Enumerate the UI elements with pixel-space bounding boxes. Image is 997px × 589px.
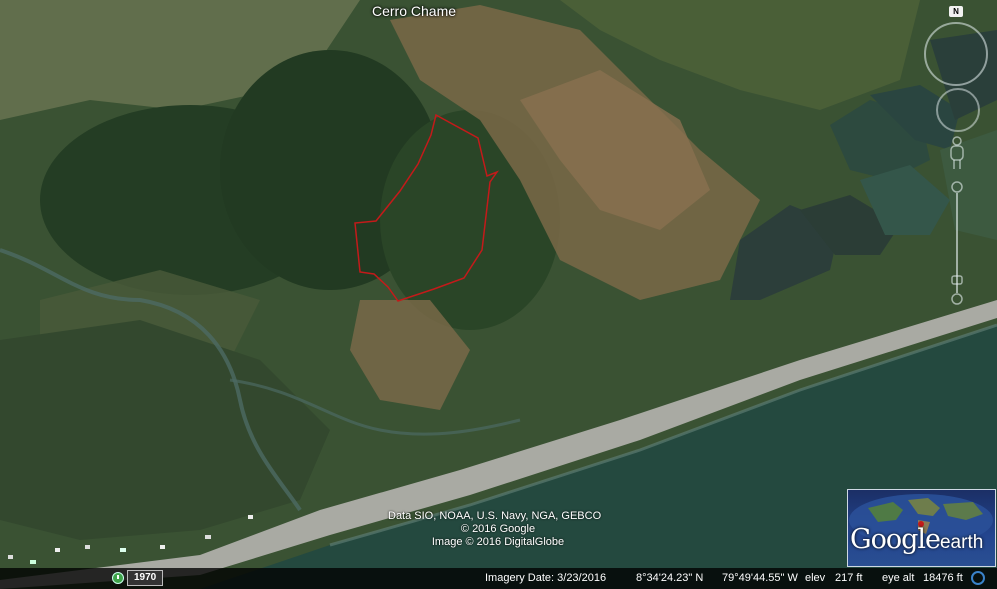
compass-icon[interactable] [924,22,988,86]
earth-viewport[interactable]: Cerro Chame Data SIO, NOAA, U.S. Navy, N… [0,0,997,589]
place-label-cerro-chame[interactable]: Cerro Chame [372,3,456,19]
logo-google-text: Google [850,524,941,555]
elevation-value: 217 ft [835,572,863,584]
logo-wordmark: Googleearth [850,524,983,555]
navigation-controls[interactable]: N [920,6,995,311]
imagery-attribution: Data SIO, NOAA, U.S. Navy, NGA, GEBCO © … [388,510,608,549]
eye-alt-label: eye alt [882,572,915,584]
longitude-readout: 79°49'44.55" W [722,572,798,584]
google-earth-logo[interactable]: Googleearth [847,489,996,567]
elevation-label: elev [805,572,826,584]
imagery-date: Imagery Date: 3/23/2016 [485,572,607,584]
pegman-icon[interactable] [946,136,968,170]
look-joystick-icon[interactable] [936,88,980,132]
historical-imagery-control[interactable]: 1970 [112,570,164,586]
status-bar: 1970 Imagery Date: 3/23/2016 8°34'24.23"… [0,568,997,589]
clock-icon[interactable] [112,572,124,584]
attribution-imagery-copyright: Image © 2016 DigitalGlobe [431,536,565,548]
eye-alt-value: 18476 ft [923,572,963,584]
latitude-readout: 8°34'24.23" N [636,572,704,584]
logo-earth-text: earth [939,532,984,553]
historical-year-badge[interactable]: 1970 [127,570,164,586]
zoom-slider-icon[interactable] [951,181,963,306]
streaming-icon [971,571,985,585]
attribution-data-sources: Data SIO, NOAA, U.S. Navy, NGA, GEBCO [388,510,602,522]
attribution-google-copyright: © 2016 Google [460,523,536,535]
north-button[interactable]: N [949,6,963,17]
